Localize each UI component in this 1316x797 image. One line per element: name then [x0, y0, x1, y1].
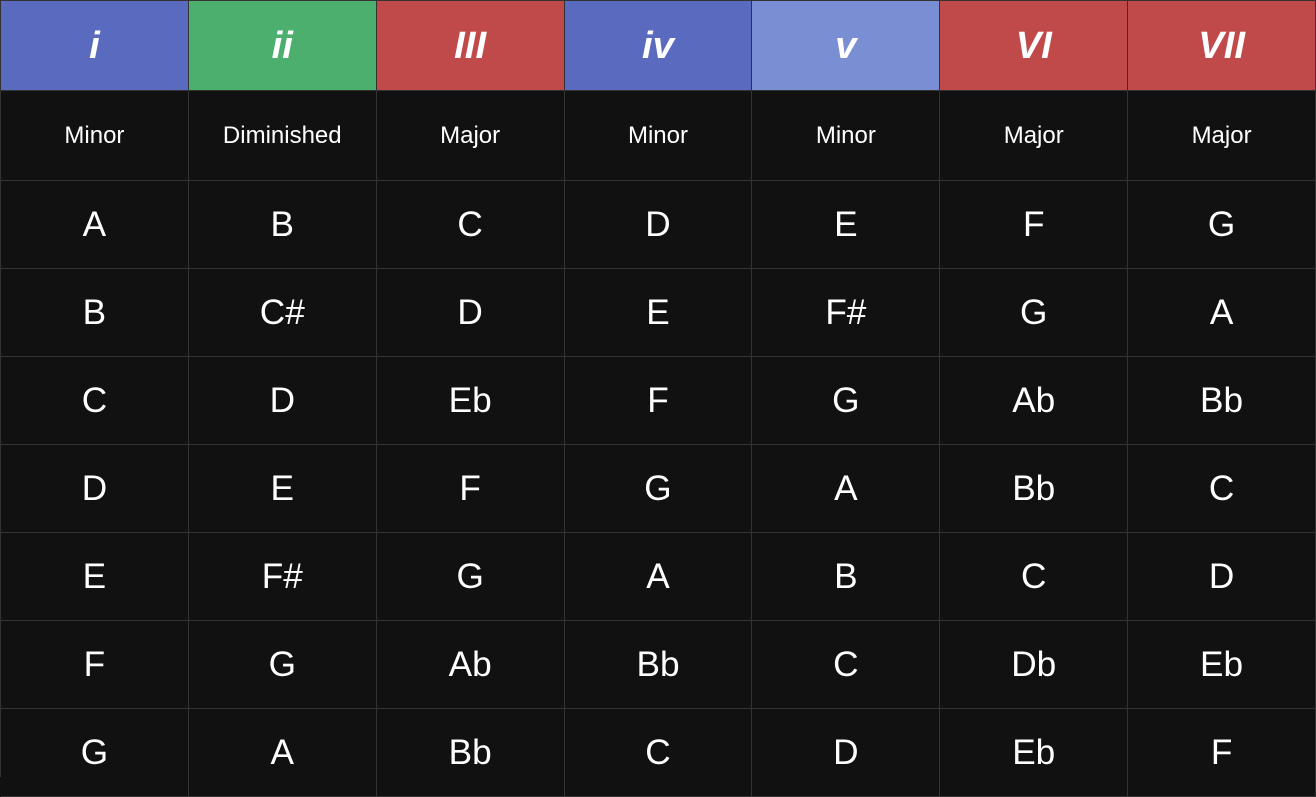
grid: i ii III iv v VI VII Minor Diminished Ma…: [0, 0, 1316, 777]
note-row4-col0: E: [1, 533, 189, 621]
quality-i: Minor: [1, 91, 189, 181]
note-row2-col5: Ab: [940, 357, 1128, 445]
note-row3-col3: G: [565, 445, 753, 533]
note-row2-col0: C: [1, 357, 189, 445]
music-theory-table: i ii III iv v VI VII Minor Diminished Ma…: [0, 0, 1316, 777]
header-iv: iv: [565, 1, 753, 91]
note-row2-col2: Eb: [377, 357, 565, 445]
note-row3-col0: D: [1, 445, 189, 533]
note-row5-col1: G: [189, 621, 377, 709]
note-row4-col5: C: [940, 533, 1128, 621]
note-row6-col4: D: [752, 709, 940, 797]
note-row6-col3: C: [565, 709, 753, 797]
note-row0-col0: A: [1, 181, 189, 269]
note-row5-col5: Db: [940, 621, 1128, 709]
note-row5-col6: Eb: [1128, 621, 1316, 709]
quality-iii: Major: [377, 91, 565, 181]
header-i: i: [1, 1, 189, 91]
note-row3-col4: A: [752, 445, 940, 533]
note-row4-col2: G: [377, 533, 565, 621]
note-row1-col6: A: [1128, 269, 1316, 357]
note-row1-col2: D: [377, 269, 565, 357]
note-row3-col2: F: [377, 445, 565, 533]
header-vi: VI: [940, 1, 1128, 91]
note-row0-col4: E: [752, 181, 940, 269]
note-row4-col4: B: [752, 533, 940, 621]
header-vii: VII: [1128, 1, 1316, 91]
note-row6-col1: A: [189, 709, 377, 797]
note-row1-col3: E: [565, 269, 753, 357]
note-row1-col4: F#: [752, 269, 940, 357]
note-row2-col1: D: [189, 357, 377, 445]
note-row1-col0: B: [1, 269, 189, 357]
header-v: v: [752, 1, 940, 91]
note-row0-col5: F: [940, 181, 1128, 269]
note-row0-col6: G: [1128, 181, 1316, 269]
note-row5-col4: C: [752, 621, 940, 709]
note-row2-col4: G: [752, 357, 940, 445]
note-row6-col0: G: [1, 709, 189, 797]
note-row0-col3: D: [565, 181, 753, 269]
note-row3-col6: C: [1128, 445, 1316, 533]
header-ii: ii: [189, 1, 377, 91]
note-row1-col5: G: [940, 269, 1128, 357]
note-row5-col2: Ab: [377, 621, 565, 709]
quality-ii: Diminished: [189, 91, 377, 181]
note-row5-col3: Bb: [565, 621, 753, 709]
note-row4-col6: D: [1128, 533, 1316, 621]
quality-v: Minor: [752, 91, 940, 181]
note-row2-col3: F: [565, 357, 753, 445]
note-row0-col1: B: [189, 181, 377, 269]
note-row3-col5: Bb: [940, 445, 1128, 533]
note-row0-col2: C: [377, 181, 565, 269]
note-row4-col3: A: [565, 533, 753, 621]
header-iii: III: [377, 1, 565, 91]
note-row1-col1: C#: [189, 269, 377, 357]
note-row2-col6: Bb: [1128, 357, 1316, 445]
note-row3-col1: E: [189, 445, 377, 533]
note-row6-col2: Bb: [377, 709, 565, 797]
note-row5-col0: F: [1, 621, 189, 709]
quality-vi: Major: [940, 91, 1128, 181]
note-row6-col5: Eb: [940, 709, 1128, 797]
note-row6-col6: F: [1128, 709, 1316, 797]
quality-iv: Minor: [565, 91, 753, 181]
quality-vii: Major: [1128, 91, 1316, 181]
note-row4-col1: F#: [189, 533, 377, 621]
